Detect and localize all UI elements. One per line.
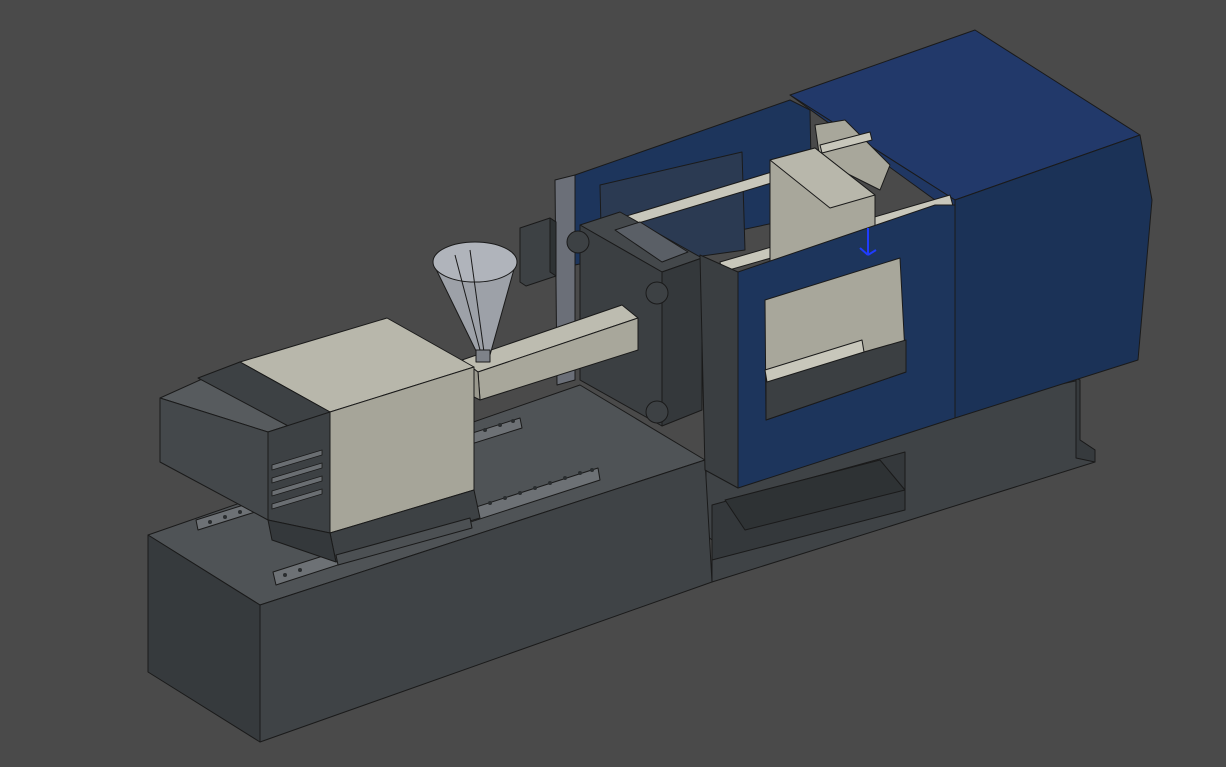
control-box[interactable] <box>519 217 557 287</box>
tie-rod-nut-2 <box>645 281 669 305</box>
tie-rod-nut-3 <box>645 400 669 424</box>
platen-front-plate <box>699 254 739 489</box>
material-hopper[interactable] <box>432 241 518 363</box>
clamp-base-foot <box>1075 377 1096 463</box>
platen-front <box>661 257 703 427</box>
cad-model-canvas[interactable] <box>0 0 1226 767</box>
3d-viewport[interactable] <box>0 0 1226 767</box>
tie-rod-nut-1 <box>566 230 590 254</box>
hopper-neck <box>475 349 491 363</box>
hopper-rim <box>432 241 518 283</box>
